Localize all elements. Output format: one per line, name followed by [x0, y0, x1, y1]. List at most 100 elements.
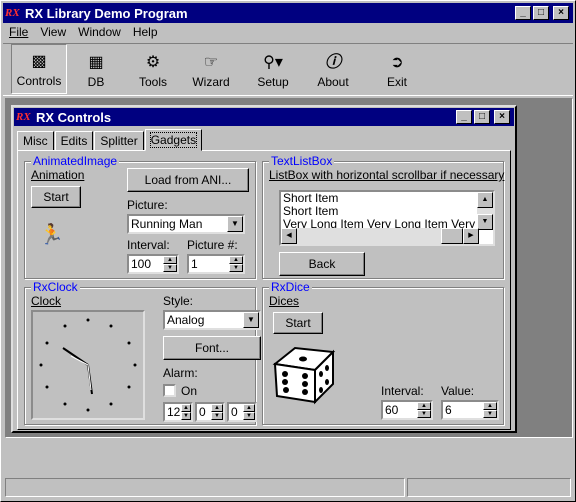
textlist-label: ListBox with horizontal scrollbar if nec…	[269, 168, 505, 182]
main-titlebar[interactable]: RX RX Library Demo Program _ □ ×	[3, 3, 573, 23]
toolbar: ▩ Controls ▦ DB ⚙ Tools ☞ Wizard ⚲▾ Setu…	[3, 43, 573, 96]
spin-up-icon[interactable]: ▲	[483, 402, 497, 410]
close-button[interactable]: ×	[553, 6, 569, 20]
picture-number-label: Picture #:	[187, 238, 238, 252]
toolbar-tools-button[interactable]: ⚙ Tools	[125, 44, 181, 94]
picture-select[interactable]: Running Man ▼	[127, 214, 245, 234]
status-bar	[5, 478, 573, 499]
menu-file[interactable]: File	[3, 24, 34, 42]
rx-controls-window: RX RX Controls _ □ × Misc Edits Splitter…	[11, 105, 517, 433]
alarm-second-value: 0	[231, 405, 238, 419]
alarm-minute-spin[interactable]: 0 ▲ ▼	[195, 402, 225, 422]
alarm-hour-spin[interactable]: 12 ▲ ▼	[163, 402, 193, 422]
dice-icon	[272, 346, 336, 405]
menu-bar: File View Window Help	[3, 24, 164, 42]
chevron-down-icon[interactable]: ▼	[243, 312, 259, 328]
font-button[interactable]: Font...	[163, 336, 261, 360]
info-icon: ⓘ	[324, 54, 341, 71]
picture-select-value: Running Man	[131, 217, 203, 231]
menu-window[interactable]: Window	[72, 24, 127, 42]
animation-start-button[interactable]: Start	[31, 186, 81, 208]
status-panel-secondary	[407, 478, 571, 497]
spin-down-icon[interactable]: ▼	[163, 264, 177, 272]
text-listbox[interactable]: Short Item Short Item Very Long Item Ver…	[279, 190, 495, 246]
spin-down-icon[interactable]: ▼	[181, 412, 191, 420]
child-titlebar[interactable]: RX RX Controls _ □ ×	[14, 108, 514, 126]
spin-up-icon[interactable]: ▲	[181, 404, 191, 412]
tab-splitter[interactable]: Splitter	[94, 131, 144, 151]
child-maximize-button[interactable]: □	[474, 110, 490, 124]
maximize-button[interactable]: □	[533, 6, 549, 20]
mdi-client-area: RX RX Controls _ □ × Misc Edits Splitter…	[5, 98, 573, 438]
status-panel-main	[5, 478, 405, 497]
toolbar-label: Controls	[16, 74, 62, 88]
interval-spin-edit[interactable]: 100 ▲ ▼	[127, 254, 179, 274]
analog-clock	[31, 310, 145, 420]
pointing-hand-icon: ☞	[203, 54, 219, 71]
tab-gadgets[interactable]: Gadgets	[144, 129, 203, 151]
interval-value: 100	[131, 257, 152, 271]
spin-down-icon[interactable]: ▼	[417, 410, 431, 418]
tab-edits[interactable]: Edits	[54, 131, 94, 151]
animation-label: Animation	[31, 168, 85, 182]
style-select[interactable]: Analog ▼	[163, 310, 261, 330]
dice-start-button[interactable]: Start	[273, 312, 323, 334]
vertical-scrollbar[interactable]: ▲ ▼	[477, 192, 493, 230]
minimize-button[interactable]: _	[515, 6, 531, 20]
toolbar-label: Wizard	[192, 75, 230, 89]
spin-up-icon[interactable]: ▲	[211, 404, 223, 412]
child-logo-icon: RX	[16, 111, 31, 123]
spin-down-icon[interactable]: ▼	[229, 264, 243, 272]
alarm-second-spin[interactable]: 0 ▲ ▼	[227, 402, 257, 422]
scroll-up-icon[interactable]: ▲	[477, 192, 493, 208]
alarm-on-checkbox[interactable]	[163, 384, 176, 397]
dice-interval-label: Interval:	[381, 384, 424, 398]
dice-value-value: 6	[445, 403, 452, 417]
dices-label: Dices	[269, 294, 300, 308]
scroll-down-icon[interactable]: ▼	[477, 214, 493, 230]
rx-dice-group-title: RxDice	[269, 280, 312, 294]
alarm-on-label: On	[181, 384, 198, 398]
alarm-minute-value: 0	[199, 405, 206, 419]
child-minimize-button[interactable]: _	[456, 110, 472, 124]
tools-icon: ⚙	[145, 54, 161, 71]
toolbar-setup-button[interactable]: ⚲▾ Setup	[241, 44, 305, 94]
dice-value-label: Value:	[441, 384, 475, 398]
interval-label: Interval:	[127, 238, 170, 252]
spin-down-icon[interactable]: ▼	[483, 410, 497, 418]
spin-up-icon[interactable]: ▲	[243, 404, 255, 412]
scroll-left-icon[interactable]: ◀	[281, 228, 297, 244]
toolbar-wizard-button[interactable]: ☞ Wizard	[181, 44, 241, 94]
running-man-icon: 🏃	[39, 224, 64, 246]
toolbar-db-button[interactable]: ▦ DB	[68, 44, 124, 94]
back-button[interactable]: Back	[279, 252, 365, 276]
toolbar-exit-button[interactable]: ➲ Exit	[369, 44, 425, 94]
horizontal-scrollbar[interactable]: ◀ ▶	[281, 228, 479, 244]
clock-label: Clock	[31, 294, 62, 308]
picture-label: Picture:	[127, 198, 168, 212]
spin-up-icon[interactable]: ▲	[163, 256, 177, 264]
toolbar-about-button[interactable]: ⓘ About	[305, 44, 361, 94]
menu-view[interactable]: View	[34, 24, 72, 42]
rx-clock-group: RxClock Clock Style: Analog ▼ Font... Al…	[24, 280, 261, 425]
toolbar-controls-button[interactable]: ▩ Controls	[11, 44, 67, 94]
picture-number-spin-edit[interactable]: 1 ▲ ▼	[187, 254, 245, 274]
load-from-ani-button[interactable]: Load from ANI...	[127, 168, 249, 192]
child-title: RX Controls	[36, 109, 112, 125]
scroll-thumb[interactable]	[441, 228, 463, 244]
spin-down-icon[interactable]: ▼	[243, 412, 255, 420]
main-window: RX RX Library Demo Program _ □ × File Vi…	[0, 0, 576, 502]
chevron-down-icon[interactable]: ▼	[227, 216, 243, 232]
child-close-button[interactable]: ×	[494, 110, 510, 124]
scroll-right-icon[interactable]: ▶	[463, 228, 479, 244]
spin-up-icon[interactable]: ▲	[229, 256, 243, 264]
exit-door-icon: ➲	[390, 54, 404, 71]
clock-face	[39, 318, 137, 412]
spin-up-icon[interactable]: ▲	[417, 402, 431, 410]
dice-value-spin-edit[interactable]: 6 ▲ ▼	[441, 400, 499, 420]
spin-down-icon[interactable]: ▼	[211, 412, 223, 420]
menu-help[interactable]: Help	[127, 24, 164, 42]
dice-interval-spin-edit[interactable]: 60 ▲ ▼	[381, 400, 433, 420]
rx-dice-group: RxDice Dices Start Interval: 60 ▲ ▼ Valu…	[262, 280, 504, 425]
tab-misc[interactable]: Misc	[17, 131, 54, 151]
